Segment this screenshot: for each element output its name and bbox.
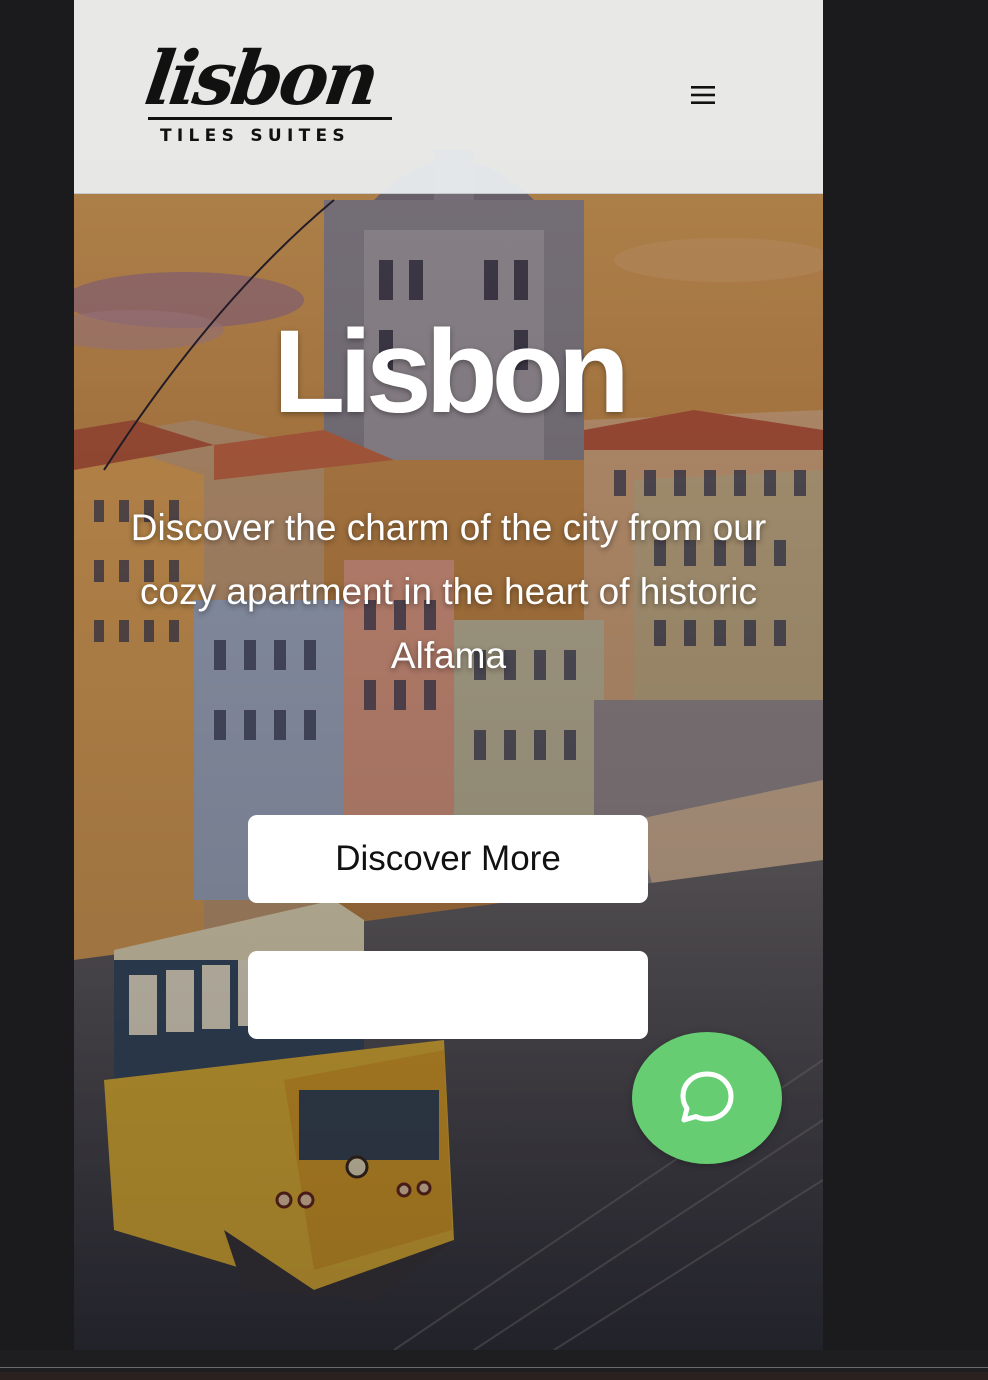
site-logo[interactable]: lisbon TILES SUITES [140, 36, 396, 154]
menu-button[interactable] [680, 76, 726, 116]
hero-subtitle: Discover the charm of the city from our … [130, 507, 767, 676]
logo-subtitle: TILES SUITES [160, 126, 350, 146]
secondary-hero-button[interactable] [248, 951, 648, 1039]
chat-button[interactable] [632, 1032, 782, 1164]
divider [0, 1367, 988, 1368]
chat-bubble-icon [678, 1068, 736, 1129]
logo-wordmark: lisbon [139, 36, 381, 122]
logo-divider [148, 117, 392, 120]
bottom-edge [0, 1372, 988, 1380]
hamburger-menu-icon [690, 84, 716, 109]
discover-more-button[interactable]: Discover More [248, 815, 648, 903]
site-header: lisbon TILES SUITES [74, 0, 823, 194]
hero-title: Lisbon [273, 306, 630, 438]
